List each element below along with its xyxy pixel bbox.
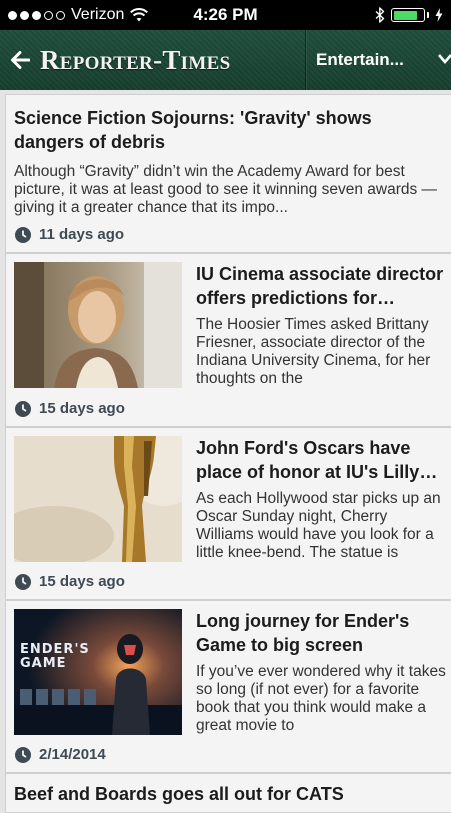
- battery-level: [393, 10, 417, 20]
- clock-icon: [15, 400, 31, 417]
- article-summary: Although “Gravity” didn’t win the Academ…: [14, 163, 438, 216]
- wifi-icon: [130, 8, 149, 22]
- clock-icon: [15, 746, 31, 763]
- app-header: Reporter-Times Entertain...: [0, 30, 451, 90]
- article-meta: 15 days ago: [15, 400, 125, 417]
- back-arrow-icon: [11, 51, 30, 69]
- battery-icon: [391, 8, 425, 22]
- poster-title-text: ENDER'S GAME: [20, 642, 90, 671]
- article-card[interactable]: Beef and Boards goes all out for CATS: [5, 773, 451, 813]
- article-meta: 11 days ago: [15, 226, 124, 243]
- status-bar: Verizon 4:26 PM: [0, 0, 451, 30]
- article-text: John Ford's Oscars have place of honor a…: [196, 436, 448, 562]
- back-button[interactable]: [0, 30, 40, 90]
- article-card[interactable]: John Ford's Oscars have place of honor a…: [5, 427, 451, 600]
- charging-bolt-icon: [435, 8, 443, 22]
- article-card[interactable]: Science Fiction Sojourns: 'Gravity' show…: [5, 94, 451, 253]
- article-text: IU Cinema associate director offers pred…: [196, 262, 448, 388]
- status-left: Verizon: [8, 6, 149, 24]
- clock-icon: [15, 573, 31, 590]
- article-card[interactable]: ENDER'S GAME Long journey for Ender's Ga…: [5, 600, 451, 773]
- publication-logo[interactable]: Reporter-Times: [40, 45, 230, 76]
- section-label: Entertain...: [316, 50, 404, 69]
- article-thumbnail: [14, 436, 182, 562]
- battery-tip: [427, 12, 429, 18]
- article-time: 15 days ago: [39, 573, 125, 590]
- article-thumbnail: ENDER'S GAME: [14, 609, 182, 735]
- section-selector[interactable]: Entertain...: [306, 30, 451, 90]
- article-time: 2/14/2014: [39, 746, 106, 763]
- article-card[interactable]: IU Cinema associate director offers pred…: [5, 253, 451, 427]
- chevron-down-icon: [438, 54, 451, 64]
- article-summary: As each Hollywood star picks up an Oscar…: [196, 490, 441, 561]
- article-thumbnail: [14, 262, 182, 388]
- clock-icon: [15, 226, 31, 243]
- carrier-name: Verizon: [71, 6, 125, 23]
- article-title: Science Fiction Sojourns: 'Gravity' show…: [14, 108, 372, 152]
- article-summary: If you’ve ever wondered why it takes so …: [196, 663, 446, 734]
- signal-strength-icon: [8, 10, 65, 20]
- movie-poster-image: [14, 609, 182, 735]
- article-summary: The Hoosier Times asked Brittany Friesne…: [196, 316, 431, 387]
- article-time: 11 days ago: [39, 226, 125, 243]
- article-title: IU Cinema associate director offers pred…: [196, 264, 444, 308]
- article-title: Long journey for Ender's Game to big scr…: [196, 611, 410, 655]
- article-title: John Ford's Oscars have place of honor a…: [196, 438, 438, 482]
- bluetooth-icon: [375, 7, 385, 23]
- oscar-statue-image: [14, 436, 182, 562]
- article-text: Long journey for Ender's Game to big scr…: [196, 609, 448, 735]
- article-meta: 15 days ago: [15, 573, 125, 590]
- article-title: Beef and Boards goes all out for CATS: [14, 784, 344, 804]
- article-time: 15 days ago: [39, 400, 125, 417]
- status-right: [375, 7, 443, 23]
- woman-portrait-image: [14, 262, 182, 388]
- article-meta: 2/14/2014: [15, 746, 106, 763]
